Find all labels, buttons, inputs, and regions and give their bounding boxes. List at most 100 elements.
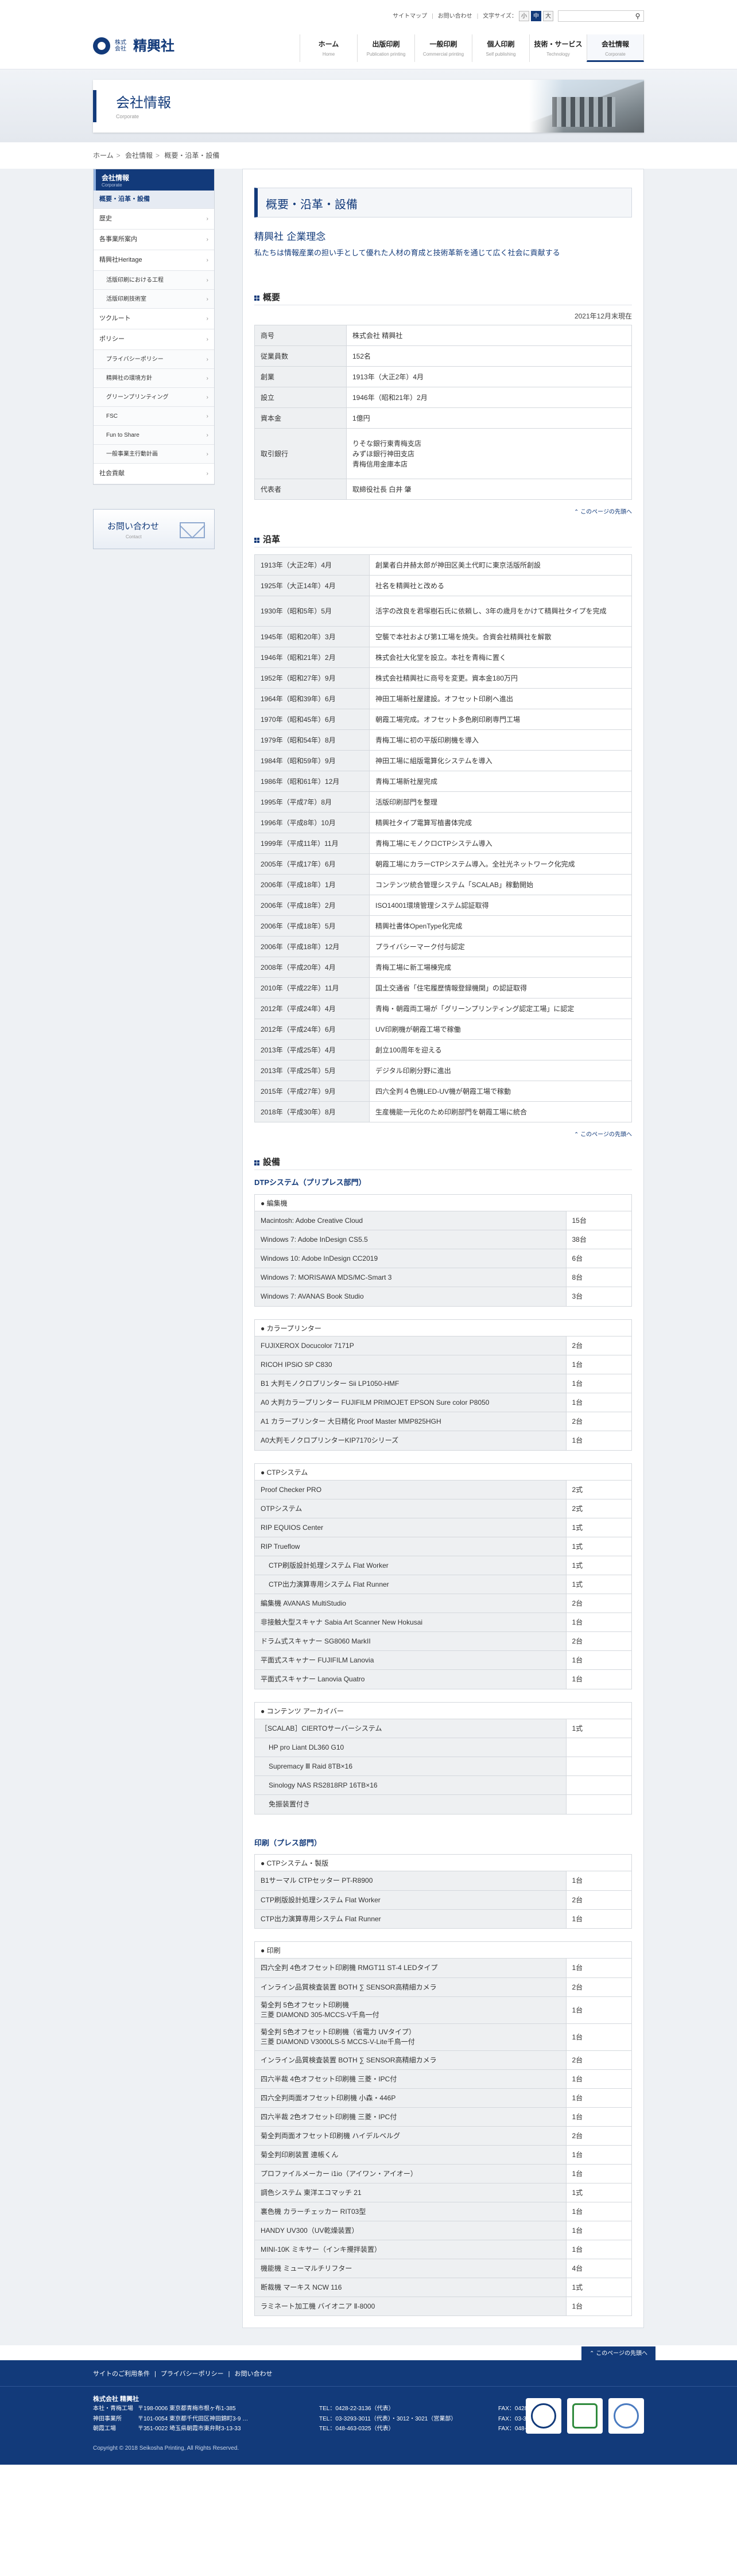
sidebar-item[interactable]: ポリシー › <box>94 329 214 350</box>
history-date: 2006年（平成18年）2月 <box>254 895 370 916</box>
nav-item[interactable]: 会社情報 Corporate <box>587 34 644 62</box>
history-date: 2008年（平成20年）4月 <box>254 957 370 978</box>
equipment-name: インライン品質検査装置 BOTH ∑ SENSOR高精細カメラ <box>255 1977 567 1996</box>
history-event: 生産機能一元化のため印刷部門を朝霞工場に統合 <box>369 1101 632 1122</box>
font-size-small-button[interactable]: 小 <box>519 11 529 21</box>
equipment-row: インライン品質検査装置 BOTH ∑ SENSOR高精細カメラ 2台 <box>255 2050 631 2069</box>
pagetop-link[interactable]: ⌃ このページの先頭へ <box>254 1130 632 1139</box>
nav-item[interactable]: ホーム Home <box>300 34 357 62</box>
sidebar-item[interactable]: 概要・沿革・設備 <box>94 191 214 209</box>
equipment-row: 非接触大型スキャナ Sabia Art Scanner New Hokusai 1… <box>255 1613 631 1632</box>
sidebar-item[interactable]: グリーンプリンティング › <box>94 388 214 407</box>
history-row: 1986年（昭和61年）12月 青梅工場新社屋完成 <box>254 771 632 792</box>
chevron-right-icon: › <box>206 236 208 243</box>
office-tel: TEL：0428-22-3136（代表） <box>319 2406 394 2412</box>
contact-banner-sub: Contact <box>126 534 142 539</box>
equipment-count: 1台 <box>566 2088 631 2107</box>
pagetop-link[interactable]: ⌃ このページの先頭へ <box>254 508 632 516</box>
site-logo[interactable]: 株式会社 精興社 <box>93 36 174 56</box>
sidebar-item[interactable]: ツクルート › <box>94 309 214 329</box>
equipment-name: HP pro Liant DL360 G10 <box>255 1738 567 1757</box>
dtp-equipment: ● 編集機 Macintosh: Adobe Creative Cloud 15台 W… <box>243 1194 643 1815</box>
sidebar-item-label: 活版印刷における工程 <box>106 277 164 283</box>
history-row: 1952年（昭和27年）9月 株式会社精興社に商号を変更。資本金180万円 <box>254 667 632 689</box>
nav-item[interactable]: 一般印刷 Commercial printing <box>414 34 472 62</box>
overview-value-line: 青梅信用金庫本店 <box>352 460 408 468</box>
equipment-name: Supremacy Ⅲ Raid 8TB×16 <box>255 1757 567 1776</box>
footer-link-terms[interactable]: サイトのご利用条件 <box>93 2369 150 2379</box>
equipment-name: 平面式スキャナー Lanovia Quatro <box>255 1669 567 1689</box>
equipment-count: 1台 <box>566 1355 631 1374</box>
overview-value-line: みずほ銀行神田支店 <box>352 449 415 458</box>
font-size-medium-button[interactable]: 中 <box>531 11 541 21</box>
history-row: 1945年（昭和20年）3月 空襲で本社および第1工場を焼失。合資会社精興社を解散 <box>254 626 632 647</box>
search-input[interactable] <box>558 11 632 21</box>
sidebar-item[interactable]: 精興社Heritage › <box>94 250 214 271</box>
overview-value-line: 株式会社 精興社 <box>352 331 403 340</box>
equipment-name: OTPシステム <box>255 1499 567 1518</box>
footer-link-contact[interactable]: お問い合わせ <box>235 2369 273 2379</box>
equipment-count: 1台 <box>566 2107 631 2126</box>
equipment-name: 機能機 ミューマルチリフター <box>255 2258 567 2278</box>
nav-item[interactable]: 個人印刷 Self publishing <box>472 34 529 62</box>
equipment-row: 四六半裁 2色オフセット印刷機 三菱・IPC付 1台 <box>255 2107 631 2126</box>
side-head-title: 会社情報 <box>102 174 130 182</box>
sidebar-item[interactable]: 一般事業主行動計画 › <box>94 445 214 464</box>
contact-link[interactable]: お問い合わせ <box>438 12 472 21</box>
equipment-name: Macintosh: Adobe Creative Cloud <box>255 1211 567 1230</box>
history-date: 1930年（昭和5年）5月 <box>254 596 370 627</box>
equipment-count: 1台 <box>572 1964 583 1972</box>
equipment-row: OTPシステム 2式 <box>255 1499 631 1518</box>
sidebar-item[interactable]: プライバシーポリシー › <box>94 350 214 369</box>
sidebar-item[interactable]: Fun to Share › <box>94 426 214 445</box>
footer-link-privacy[interactable]: プライバシーポリシー <box>161 2369 224 2379</box>
history-row: 2006年（平成18年）12月 プライバシーマーク付与認定 <box>254 936 632 957</box>
search-icon[interactable]: ⚲ <box>632 11 643 21</box>
overview-label: 代表者 <box>254 479 347 500</box>
sidebar-item-label: ツクルート <box>99 315 131 323</box>
overview-label: 創業 <box>254 366 347 387</box>
font-size-large-button[interactable]: 大 <box>543 11 553 21</box>
nav-item[interactable]: 技術・サービス Technology <box>529 34 587 62</box>
equipment-name: A0 大判カラープリンター FUJIFILM PRIMOJET EPSON Su… <box>255 1393 567 1412</box>
history-date: 2006年（平成18年）5月 <box>254 915 370 937</box>
history-event: 社名を精興社と改める <box>369 575 632 596</box>
sidebar-item-label: 活版印刷技術室 <box>106 296 146 302</box>
breadcrumb-home[interactable]: ホーム <box>93 151 114 160</box>
sidebar-item[interactable]: FSC › <box>94 407 214 426</box>
equipment-name: 免振装置付き <box>255 1794 567 1814</box>
section-mark-icon <box>254 538 259 543</box>
overview-label: 設立 <box>254 387 347 408</box>
history-date: 2018年（平成30年）8月 <box>254 1101 370 1122</box>
equipment-name: B1サーマル CTPセッター PT-R8900 <box>255 1871 567 1890</box>
pagetop-link-label: このページの先頭へ <box>580 509 632 515</box>
overview-value: りそな銀行東青梅支店 みずほ銀行神田支店 青梅信用金庫本店 <box>346 428 632 479</box>
sidebar-item[interactable]: 歴史 › <box>94 209 214 230</box>
main-area: 会社情報 Corporate 概要・沿革・設備 歴史 › 各事業所案内 › 精興社Heri… <box>0 169 737 2345</box>
sitemap-link[interactable]: サイトマップ <box>393 12 427 21</box>
footer-pagetop-button[interactable]: ⌃ このページの先頭へ <box>581 2346 655 2361</box>
equipment-count: 1台 <box>566 2144 631 2164</box>
history-row: 1979年（昭和54年）8月 青梅工場に初の平版印刷機を導入 <box>254 729 632 751</box>
contact-banner-button[interactable]: お問い合わせ Contact <box>93 509 215 549</box>
equipment-count: 1台 <box>566 1909 631 1928</box>
overview-value: 1億円 <box>346 407 632 429</box>
equipment-name-line: 菊全判 5色オフセット印刷機（省電力 UVタイプ） <box>261 2028 416 2037</box>
nav-item[interactable]: 出版印刷 Publication printing <box>357 34 414 62</box>
green-printing-badge-icon <box>567 2398 603 2434</box>
history-event: 青梅工場にモノクロCTPシステム導入 <box>369 833 632 854</box>
history-date: 1995年（平成7年）8月 <box>254 791 370 813</box>
sidebar-item[interactable]: 活版印刷技術室 › <box>94 290 214 309</box>
equipment-name: Proof Checker PRO <box>255 1480 567 1499</box>
sidebar-item[interactable]: 各事業所案内 › <box>94 230 214 250</box>
overview-row: 取引銀行 りそな銀行東青梅支店 みずほ銀行神田支店 青梅信用金庫本店 <box>254 428 632 479</box>
sidebar-item[interactable]: 精興社の環境方針 › <box>94 369 214 388</box>
sidebar-item[interactable]: 活版印刷における工程 › <box>94 271 214 290</box>
overview-heading: 概要 <box>254 292 632 305</box>
sidebar-item[interactable]: 社会貢献 › <box>94 464 214 484</box>
breadcrumb-corporate[interactable]: 会社情報 <box>125 151 153 160</box>
equipment-name: Sinology NAS RS2818RP 16TB×16 <box>255 1775 567 1795</box>
history-event: 青梅工場に新工場棟完成 <box>369 957 632 978</box>
equipment-row: 免振装置付き <box>255 1794 631 1814</box>
side-menu-head[interactable]: 会社情報 Corporate <box>94 169 214 191</box>
